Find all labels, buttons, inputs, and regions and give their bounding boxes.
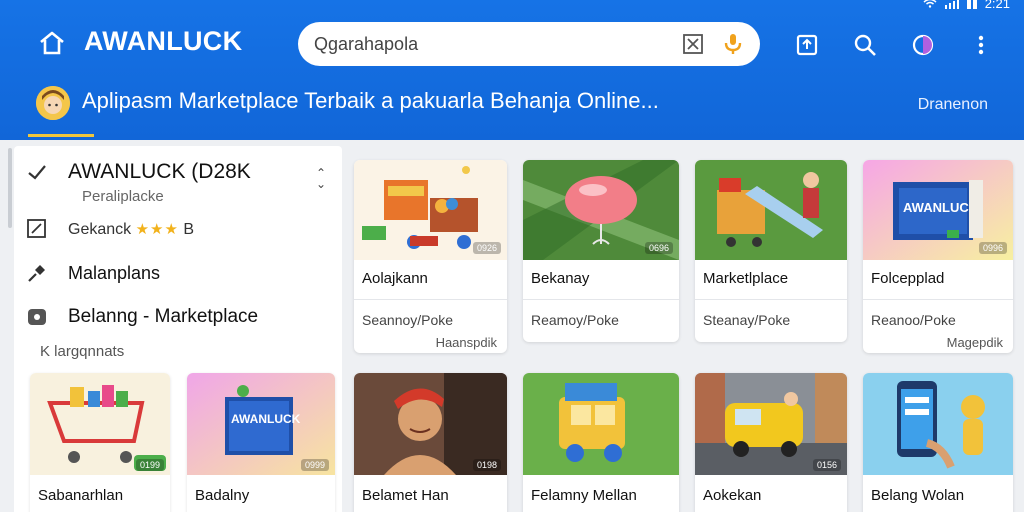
product-card[interactable]: 0156 Aokekan xyxy=(695,373,847,512)
product-seller: Magepdik xyxy=(946,335,1003,350)
product-badge: 0996 xyxy=(978,242,1007,254)
product-title: Aolajkann xyxy=(362,270,428,287)
sidebar-item-rating[interactable]: Gekanck ★★★ B xyxy=(26,218,194,240)
sidebar-item-store[interactable]: AWANLUCK (D28K xyxy=(26,160,251,184)
search-bar[interactable]: Qgarahapola xyxy=(298,22,760,66)
product-badge: 0198 xyxy=(472,459,501,471)
mic-icon[interactable] xyxy=(722,32,744,56)
product-title: Aokekan xyxy=(703,487,762,504)
product-subtitle: Seannoy/Poke xyxy=(362,312,454,328)
store-subtitle: Peraliplacke xyxy=(82,188,164,205)
bag-icon xyxy=(26,306,48,328)
wifi-icon xyxy=(923,0,937,11)
product-card[interactable]: 0198 Belamet Han xyxy=(354,373,507,512)
product-image xyxy=(863,373,1013,475)
close-box-icon[interactable] xyxy=(682,33,704,55)
product-card[interactable]: Felamny Mellan xyxy=(523,373,679,512)
rating-stars: ★★★ xyxy=(135,220,179,238)
product-title: Felamny Mellan xyxy=(531,487,637,504)
svg-text:AWANLUCK: AWANLUCK xyxy=(903,200,979,215)
product-seller: Haanspdik xyxy=(435,335,497,350)
product-subtitle: Reamoy/Poke xyxy=(531,312,619,328)
sidebar-item-marketplace[interactable]: Belanng - Marketplace xyxy=(26,306,258,328)
app-bar: 2:21 AWANLUCK Qgarahapola Aplipasm Marke… xyxy=(0,0,1024,140)
category-heading: K largqnnats xyxy=(40,343,125,360)
product-title: Belamet Han xyxy=(362,487,449,504)
product-card[interactable]: AWANLUCK 0996 Folcepplad Reanoo/Poke Mag… xyxy=(863,160,1013,353)
rating-suffix: B xyxy=(183,220,195,238)
active-tab-indicator xyxy=(28,134,94,137)
product-card[interactable]: 0926 Aolajkann Seannoy/Poke Haanspdik xyxy=(354,160,507,353)
product-card[interactable]: Belang Wolan xyxy=(863,373,1013,512)
divider xyxy=(523,299,679,300)
divider xyxy=(354,299,507,300)
product-badge: 0696 xyxy=(644,242,673,254)
product-badge: 0156 xyxy=(812,459,841,471)
home-icon[interactable] xyxy=(38,30,66,56)
sidebar-item-label: Belanng - Marketplace xyxy=(68,306,259,327)
product-card[interactable]: 0696 Bekanay Reamoy/Poke xyxy=(523,160,679,342)
product-badge: 0199 xyxy=(135,459,164,471)
check-icon xyxy=(26,161,48,183)
avatar[interactable] xyxy=(36,86,70,120)
edit-box-icon xyxy=(26,218,48,240)
svg-text:AWANLUCK: AWANLUCK xyxy=(231,412,301,426)
rating-label: Gekanck xyxy=(68,220,132,238)
banner-title: Aplipasm Marketplace Terbaik a pakuarla … xyxy=(82,88,659,113)
product-title: Sabanarhlan xyxy=(38,487,124,504)
more-vert-icon[interactable] xyxy=(968,32,994,58)
product-card[interactable]: Marketlplace Steanay/Poke xyxy=(695,160,847,342)
divider xyxy=(695,299,847,300)
sidebar-item-plans[interactable]: Malanplans xyxy=(26,262,160,284)
status-bar: 2:21 xyxy=(923,0,1010,11)
store-name: AWANLUCK (D28K xyxy=(68,160,251,183)
theme-icon[interactable] xyxy=(910,32,936,58)
product-title: Badalny xyxy=(195,487,250,504)
product-title: Marketlplace xyxy=(703,270,789,287)
signal-icon xyxy=(944,0,959,9)
brand-logo-text[interactable]: AWANLUCK xyxy=(84,26,242,57)
status-time: 2:21 xyxy=(984,0,1010,11)
product-title: Folcepplad xyxy=(871,270,945,287)
share-icon[interactable] xyxy=(794,32,820,58)
product-image xyxy=(523,373,679,475)
battery-icon xyxy=(966,0,977,9)
product-card[interactable]: AWANLUCK 0999 Badalny xyxy=(187,373,335,512)
product-title: Bekanay xyxy=(531,270,590,287)
product-image xyxy=(695,160,847,260)
product-title: Belang Wolan xyxy=(871,487,965,504)
product-badge: 0999 xyxy=(300,459,329,471)
chevron-updown-icon[interactable]: ⌃ ⌄ xyxy=(316,167,326,190)
banner-link[interactable]: Dranenon xyxy=(918,96,988,114)
product-subtitle: Steanay/Poke xyxy=(703,312,791,328)
sidebar-item-label: Malanplans xyxy=(68,262,161,283)
divider xyxy=(863,299,1013,300)
product-card[interactable]: 0199 Sabanarhlan xyxy=(30,373,170,512)
search-input[interactable]: Qgarahapola xyxy=(314,34,418,55)
pin-icon xyxy=(26,262,48,284)
promo-banner: Aplipasm Marketplace Terbaik a pakuarla … xyxy=(0,80,1024,140)
search-icon[interactable] xyxy=(852,32,878,58)
product-subtitle: Reanoo/Poke xyxy=(871,312,956,328)
product-badge: 0926 xyxy=(472,242,501,254)
sidebar-scrollbar[interactable] xyxy=(8,148,12,228)
